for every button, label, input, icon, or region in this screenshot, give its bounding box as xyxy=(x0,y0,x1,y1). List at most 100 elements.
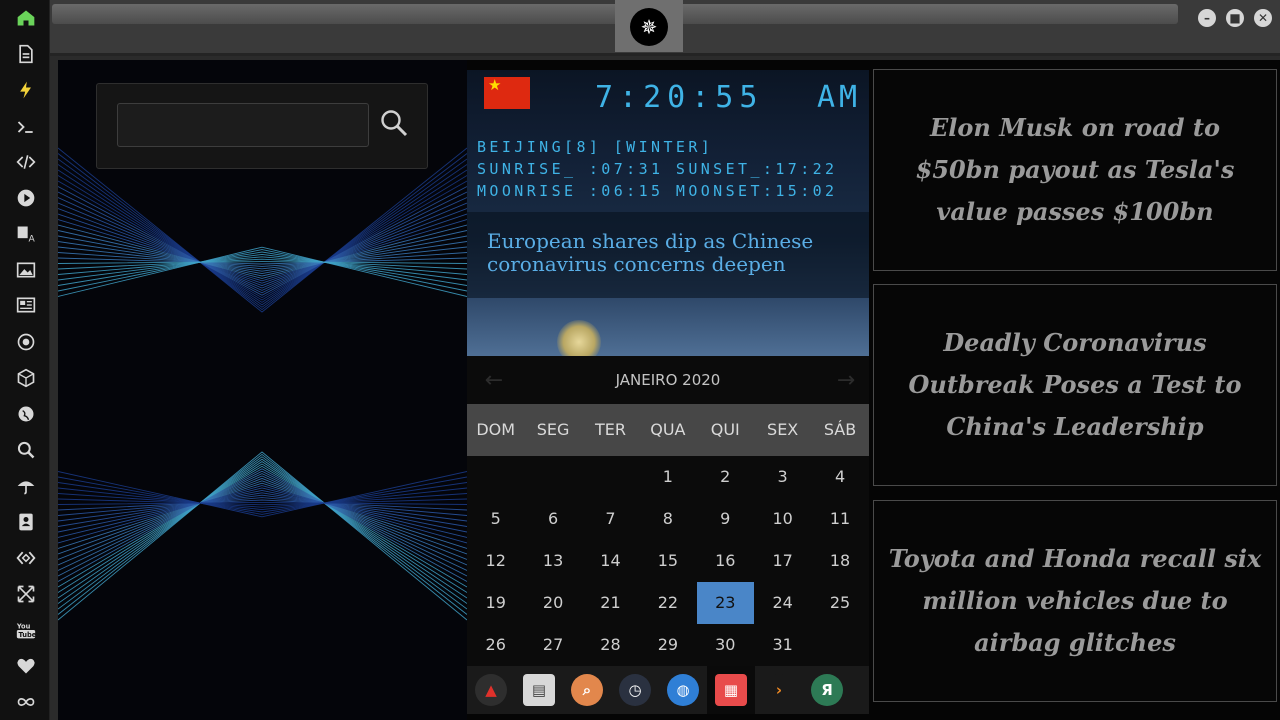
maximize-button[interactable]: ■ xyxy=(1226,9,1244,27)
calendar-day[interactable]: 22 xyxy=(639,582,696,624)
calendar-day[interactable]: 4 xyxy=(811,456,868,498)
news-card[interactable]: Elon Musk on road to $50bn payout as Tes… xyxy=(873,69,1277,271)
calendar-day[interactable]: 7 xyxy=(582,498,639,540)
news-headline: Elon Musk on road to $50bn payout as Tes… xyxy=(915,113,1235,226)
rail-button-expand[interactable] xyxy=(13,581,39,607)
calendar-day-today[interactable]: 23 xyxy=(696,582,754,624)
calendar-title: JANEIRO 2020 xyxy=(615,371,721,389)
calendar-day[interactable]: 20 xyxy=(524,582,581,624)
calendar-day[interactable]: 6 xyxy=(524,498,581,540)
calendar-day[interactable]: 3 xyxy=(754,456,811,498)
play-icon xyxy=(17,189,35,207)
youtube-icon: YouTube xyxy=(16,622,37,639)
clock-time: 7:20:55 xyxy=(595,80,764,115)
rail-button-image[interactable] xyxy=(13,257,39,283)
rail-button-home[interactable] xyxy=(13,5,39,31)
rail-button-umbrella[interactable] xyxy=(13,473,39,499)
calendar-day[interactable]: 30 xyxy=(697,624,754,666)
globe-icon xyxy=(18,406,34,422)
dock-item-browser[interactable]: ◍ xyxy=(659,666,707,714)
rail-button-terminal[interactable] xyxy=(13,114,39,140)
rail-button-lightning[interactable] xyxy=(13,77,39,103)
calendar-day[interactable]: 27 xyxy=(524,624,581,666)
calendar-day[interactable]: 2 xyxy=(697,456,754,498)
rail-button-search[interactable] xyxy=(13,437,39,463)
cube-icon xyxy=(17,368,35,388)
minimize-button[interactable]: – xyxy=(1198,9,1216,27)
rail-button-translate[interactable]: A xyxy=(13,221,39,247)
calendar-day[interactable]: 18 xyxy=(811,540,868,582)
calendar-day[interactable]: 24 xyxy=(754,582,811,624)
weekday-label: TER xyxy=(594,420,626,439)
emblem-tab[interactable]: ✵ xyxy=(615,0,683,52)
calendar-grid: 1 2 3 4 5 6 7 8 9 10 11 12 13 14 15 16 17 18 19 20 21 22 23 24 2… xyxy=(467,456,869,666)
dock-item-launcher[interactable]: ▲ xyxy=(467,666,515,714)
weekday-label: QUA xyxy=(650,420,686,439)
rail-button-dev[interactable] xyxy=(13,545,39,571)
rail-button-code[interactable] xyxy=(13,149,39,175)
news-ticker[interactable]: European shares dip as Chinese coronavir… xyxy=(467,212,869,298)
news-app-icon: ▤ xyxy=(523,674,555,706)
dock-item-yandex[interactable]: Я xyxy=(803,666,851,714)
calendar-day[interactable]: 19 xyxy=(467,582,524,624)
calendar-app-icon: ▦ xyxy=(715,674,747,706)
calendar-day[interactable]: 13 xyxy=(524,540,581,582)
calendar-day[interactable]: 5 xyxy=(467,498,524,540)
calendar-day[interactable]: 1 xyxy=(639,456,696,498)
search-button[interactable] xyxy=(377,106,411,140)
calendar-day[interactable]: 9 xyxy=(697,498,754,540)
close-button[interactable]: ✕ xyxy=(1254,9,1272,27)
news-card[interactable]: Toyota and Honda recall six million vehi… xyxy=(873,500,1277,702)
calendar-day[interactable]: 17 xyxy=(754,540,811,582)
dock-item-calendar-app[interactable]: ▦ xyxy=(707,666,755,714)
rail-button-heart[interactable] xyxy=(13,653,39,679)
calendar-day[interactable]: 28 xyxy=(582,624,639,666)
calendar-day[interactable]: 16 xyxy=(697,540,754,582)
terminal-icon xyxy=(17,121,33,133)
rail-button-aperture[interactable] xyxy=(13,329,39,355)
calendar-week: 26 27 28 29 30 31 xyxy=(467,624,869,666)
calendar-day[interactable]: 8 xyxy=(639,498,696,540)
news-headline: Deadly Coronavirus Outbreak Poses a Test… xyxy=(908,328,1242,441)
app-dock: ▲ ▤ ⌕ ◷ ◍ ▦ › Я xyxy=(467,666,869,714)
calendar-day[interactable]: 14 xyxy=(582,540,639,582)
rail-button-youtube[interactable]: You Tube xyxy=(13,617,39,643)
image-icon xyxy=(16,262,36,278)
rail-button-play[interactable] xyxy=(13,185,39,211)
dock-item-arrow-app[interactable]: › xyxy=(755,666,803,714)
dock-item-clock-app[interactable]: ◷ xyxy=(611,666,659,714)
clock-sun-times: SUNRISE_ :07:31 SUNSET_:17:22 xyxy=(477,160,838,178)
calendar-day xyxy=(524,456,581,498)
launcher-icon: ▲ xyxy=(475,674,507,706)
calendar-day[interactable]: 29 xyxy=(639,624,696,666)
dock-item-news-app[interactable]: ▤ xyxy=(515,666,563,714)
dock-item-search-app[interactable]: ⌕ xyxy=(563,666,611,714)
rail-button-globe[interactable] xyxy=(13,401,39,427)
weekday-label: QUI xyxy=(710,420,740,439)
contacts-icon xyxy=(19,513,33,531)
calendar-day[interactable]: 10 xyxy=(754,498,811,540)
calendar-day[interactable]: 21 xyxy=(582,582,639,624)
rail-button-contacts[interactable] xyxy=(13,509,39,535)
news-card[interactable]: Deadly Coronavirus Outbreak Poses a Test… xyxy=(873,284,1277,486)
weekday-header: DOM SEG TER QUA QUI SEX SÁB xyxy=(467,404,869,456)
calendar-day[interactable]: 12 xyxy=(467,540,524,582)
search-input[interactable] xyxy=(117,103,369,147)
calendar-day[interactable]: 15 xyxy=(639,540,696,582)
rebel-alliance-icon: ✵ xyxy=(630,8,668,46)
lightning-icon xyxy=(20,81,31,99)
yandex-icon: Я xyxy=(811,674,843,706)
rail-button-document[interactable] xyxy=(13,41,39,67)
calendar-day[interactable]: 25 xyxy=(811,582,868,624)
rail-button-cube[interactable] xyxy=(13,365,39,391)
browser-icon: ◍ xyxy=(667,674,699,706)
calendar-day[interactable]: 11 xyxy=(811,498,868,540)
calendar-day[interactable]: 31 xyxy=(754,624,811,666)
rail-button-newspaper[interactable] xyxy=(13,292,39,318)
calendar-day[interactable]: 26 xyxy=(467,624,524,666)
rail-button-infinity[interactable] xyxy=(13,689,39,715)
clock-app-icon: ◷ xyxy=(619,674,651,706)
calendar-day xyxy=(811,624,868,666)
next-month-button[interactable]: → xyxy=(831,366,861,394)
svg-text:Tube: Tube xyxy=(19,631,37,639)
